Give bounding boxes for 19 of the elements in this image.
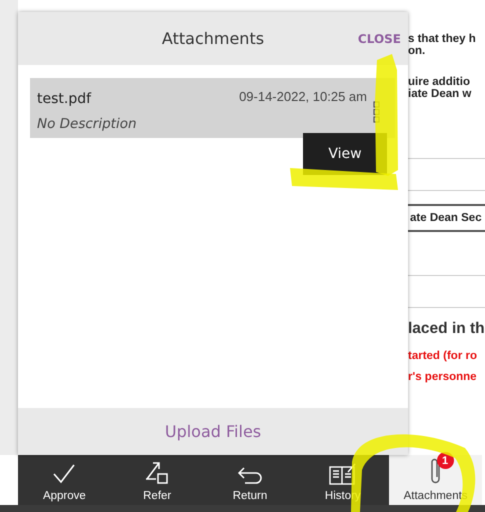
- warning-text: tarted (for ro: [408, 350, 478, 362]
- arrow-square-icon: [144, 460, 170, 486]
- return-arrow-icon: [236, 466, 264, 486]
- check-icon: [51, 462, 78, 486]
- file-name: test.pdf: [37, 90, 92, 107]
- toolbar-tab[interactable]: Refer: [110, 455, 204, 505]
- paragraph-text: on.: [408, 45, 426, 57]
- paragraph-text: s that they h: [408, 33, 477, 45]
- paragraph-text: iate Dean w: [408, 88, 472, 100]
- section-heading: laced in th: [408, 320, 485, 338]
- file-date: 09-14-2022, 10:25 am: [239, 88, 367, 106]
- upload-files-button[interactable]: Upload Files: [158, 421, 268, 442]
- paragraph-text: uire additio: [408, 76, 471, 88]
- toolbar-tab[interactable]: Return: [204, 455, 296, 505]
- toolbar-tab[interactable]: Approve: [18, 455, 111, 505]
- warning-text: r's personne: [408, 371, 478, 383]
- close-button[interactable]: CLOSE: [356, 30, 403, 48]
- panel-title: Attachments: [162, 29, 264, 48]
- file-description: No Description: [37, 116, 138, 134]
